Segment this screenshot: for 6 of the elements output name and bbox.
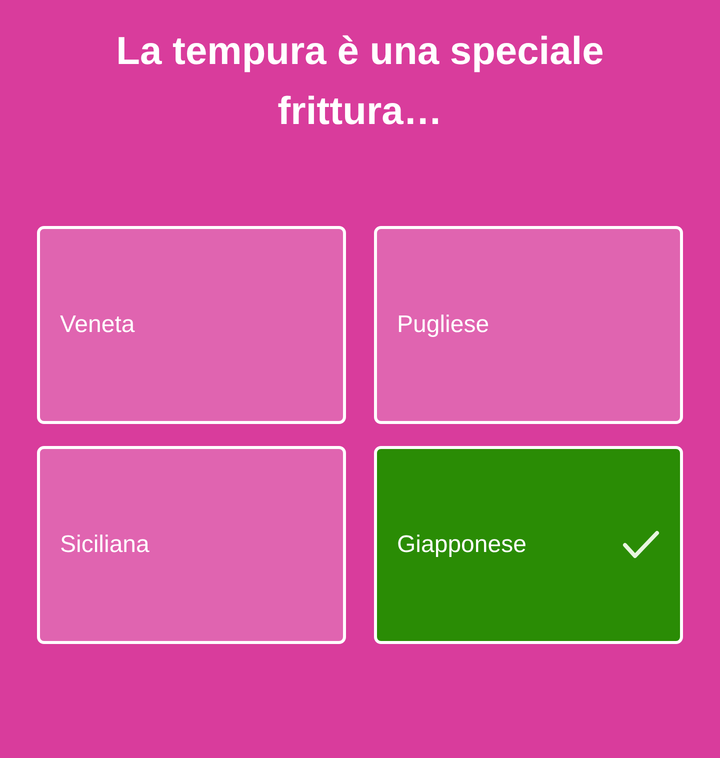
check-icon bbox=[622, 530, 660, 560]
answer-button[interactable]: Pugliese bbox=[374, 226, 683, 424]
answer-button[interactable]: Veneta bbox=[37, 226, 346, 424]
answer-button[interactable]: Siciliana bbox=[37, 446, 346, 644]
question-title: La tempura è una speciale frittura… bbox=[115, 29, 605, 135]
answer-button[interactable]: Giapponese bbox=[374, 446, 683, 644]
